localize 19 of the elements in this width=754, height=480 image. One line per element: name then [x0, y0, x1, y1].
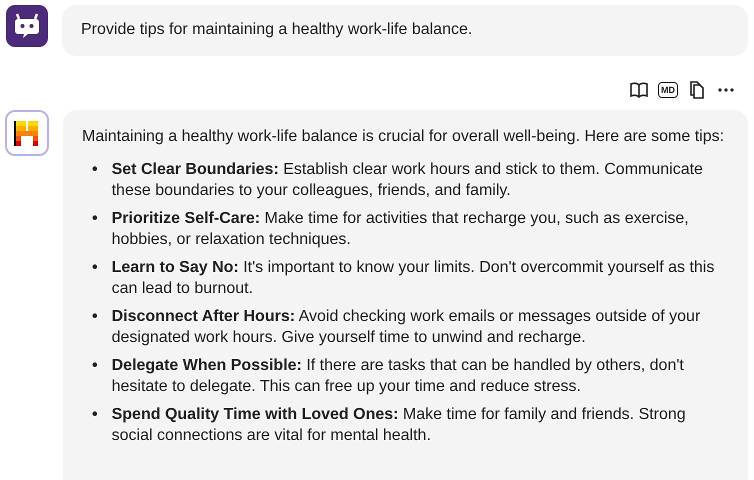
bullet: • — [92, 307, 98, 327]
bullet: • — [92, 160, 98, 180]
user-message: Provide tips for maintaining a healthy work-life balance. — [62, 5, 748, 56]
copy-icon[interactable] — [687, 80, 707, 100]
tip-text: Learn to Say No: It's important to know your limits. Don't overcommit yourself as this can lead to burnout. — [112, 258, 716, 299]
logo-icon — [14, 119, 40, 147]
bullet: • — [92, 356, 98, 376]
bullet: • — [92, 405, 98, 425]
bullet: • — [92, 209, 98, 229]
tip-text: Delegate When Possible: If there are tasks that can be handled by others, don't hesitate to delegate. This can free up your time and reduce stress. — [112, 356, 685, 397]
markdown-icon[interactable]: MD — [658, 82, 678, 98]
bullet: • — [92, 258, 98, 278]
tip-text: Disconnect After Hours: Avoid checking work emails or messages outside of your designated work hours. Give yourself time to unwind and recharge. — [112, 307, 702, 348]
book-icon[interactable] — [629, 80, 649, 100]
tip-text: Spend Quality Time with Loved Ones: Make time for family and friends. Strong social connections are vital for mental health. — [112, 405, 687, 446]
intro-text: Maintaining a healthy work-life balance is crucial for overall well-being. Here are some tips: — [82, 127, 726, 147]
tip-text: Set Clear Boundaries: Establish clear work hours and stick to them. Communicate these boundaries to your colleagues, friends, and family. — [112, 160, 704, 201]
robot-avatar-icon — [6, 5, 48, 47]
tip-text: Prioritize Self-Care: Make time for activities that recharge you, such as exercise, hobbies, or relaxation techniques. — [112, 209, 690, 250]
